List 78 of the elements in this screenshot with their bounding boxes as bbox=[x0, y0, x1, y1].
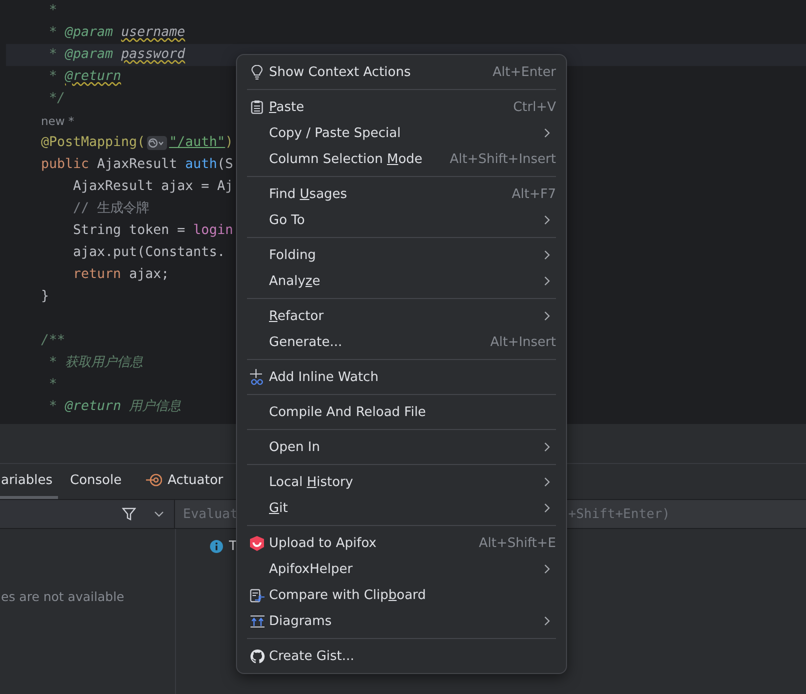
lightbulb-icon bbox=[251, 64, 263, 80]
menu-item[interactable]: Generate... Alt+Insert bbox=[247, 329, 556, 355]
code-text: // 生成令牌 bbox=[72, 200, 150, 218]
code-text: * bbox=[48, 398, 58, 416]
menu-item[interactable]: Compile And Reload File bbox=[247, 399, 556, 425]
code-text: /** bbox=[41, 332, 66, 350]
code-text: username bbox=[121, 24, 186, 42]
code-text: * bbox=[48, 46, 58, 64]
code-text: "/auth" bbox=[169, 134, 226, 152]
code-text: 用户信息 bbox=[128, 398, 181, 416]
menu-item[interactable]: Show Context Actions Alt+Enter bbox=[247, 59, 556, 85]
menu-item[interactable]: Refactor bbox=[247, 303, 556, 329]
code-text: public bbox=[41, 156, 90, 174]
code-text: @param bbox=[65, 46, 114, 64]
placeholder-text: Evaluat bbox=[183, 506, 238, 522]
code-text: * bbox=[48, 354, 58, 372]
code-text: */ bbox=[48, 90, 66, 108]
code-text: ajax; bbox=[129, 266, 170, 284]
chevron-right-icon bbox=[544, 503, 550, 513]
menu-item[interactable]: Paste Ctrl+V bbox=[247, 94, 556, 120]
code-text: ) bbox=[225, 134, 234, 152]
chevron-right-icon bbox=[544, 442, 550, 452]
info-icon bbox=[210, 540, 223, 553]
chevron-down-icon[interactable] bbox=[154, 511, 164, 517]
code-text: @return bbox=[65, 68, 122, 86]
chevron-right-icon bbox=[544, 311, 550, 321]
target-icon bbox=[146, 473, 162, 487]
code-text: String token = bbox=[72, 222, 186, 240]
diagram-icon bbox=[250, 614, 264, 628]
cat-logo-icon bbox=[250, 648, 264, 664]
menu-item[interactable]: Upload to Apifox Alt+Shift+E bbox=[247, 530, 556, 556]
code-text: password bbox=[121, 46, 186, 64]
code-text: * bbox=[48, 376, 58, 394]
code-text: @param bbox=[65, 24, 114, 42]
code-text: } bbox=[41, 288, 50, 306]
chevron-right-icon bbox=[544, 250, 550, 260]
code-text: * bbox=[48, 2, 58, 20]
menu-item[interactable]: Compare with Clipboard bbox=[247, 582, 556, 608]
menu-item[interactable]: Local History bbox=[247, 469, 556, 495]
code-text: ajax.put(Constants. bbox=[72, 244, 226, 262]
menu-item[interactable]: Analyze bbox=[247, 268, 556, 294]
code-text: return bbox=[72, 266, 122, 284]
menu-item[interactable]: Find Usages Alt+F7 bbox=[247, 181, 556, 207]
chevron-right-icon bbox=[544, 215, 550, 225]
clipboard-icon bbox=[251, 100, 263, 114]
code-text: login bbox=[193, 222, 234, 240]
code-text: AjaxResult bbox=[97, 156, 178, 174]
chevron-right-icon bbox=[544, 616, 550, 626]
code-text: 获取用户信息 bbox=[65, 354, 144, 372]
chevron-right-icon bbox=[544, 276, 550, 286]
code-text: auth bbox=[185, 156, 218, 174]
code-text: * bbox=[48, 24, 58, 42]
code-text: (S bbox=[217, 156, 234, 174]
shield-logo-icon bbox=[250, 536, 264, 550]
empty-message: es are not available bbox=[1, 589, 124, 604]
compare-icon bbox=[250, 588, 264, 602]
menu-item[interactable]: Go To bbox=[247, 207, 556, 233]
chevron-right-icon bbox=[544, 128, 550, 138]
glasses-icon bbox=[249, 369, 265, 385]
placeholder-text: +Shift+Enter) bbox=[568, 506, 670, 522]
menu-item[interactable]: Column Selection Mode Alt+Shift+Insert bbox=[247, 146, 556, 172]
panel-tab[interactable]: Actuator bbox=[134, 464, 236, 499]
code-text: * bbox=[48, 68, 58, 86]
panel-tab[interactable]: Console bbox=[58, 464, 134, 499]
code-text: new * bbox=[41, 113, 74, 130]
chevron-right-icon bbox=[544, 477, 550, 487]
code-text: @return bbox=[65, 398, 122, 416]
menu-item[interactable]: Copy / Paste Special bbox=[247, 120, 556, 146]
menu-item[interactable]: Add Inline Watch bbox=[247, 364, 556, 390]
code-text: @PostMapping( bbox=[41, 134, 146, 152]
menu-item[interactable]: ApifoxHelper bbox=[247, 556, 556, 582]
filter-icon[interactable] bbox=[122, 507, 136, 521]
menu-item[interactable]: Folding bbox=[247, 242, 556, 268]
menu-item[interactable]: Create Gist... bbox=[247, 643, 556, 669]
menu-item[interactable]: Git bbox=[247, 495, 556, 521]
menu-item[interactable]: Diagrams bbox=[247, 608, 556, 634]
code-text: AjaxResult ajax = Aj bbox=[72, 178, 234, 196]
chevron-right-icon bbox=[544, 564, 550, 574]
